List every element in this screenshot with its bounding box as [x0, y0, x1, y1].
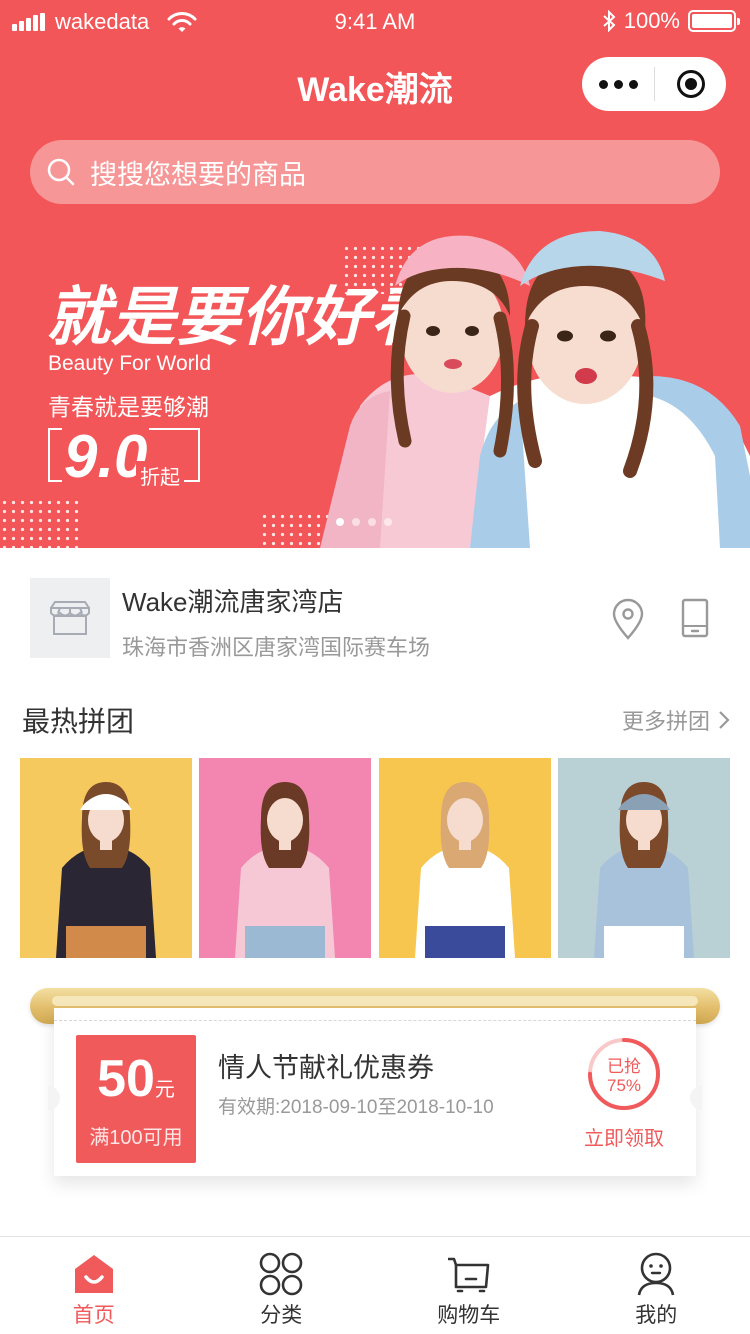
- coupon-scroll: 50元 满100可用 情人节献礼优惠券 有效期:2018-09-10至2018-…: [30, 988, 720, 1188]
- cart-icon: [447, 1257, 490, 1293]
- tab-bar: 首页 分类 购物车 我的: [0, 1236, 750, 1334]
- coupon-condition: 满100可用: [89, 1127, 183, 1149]
- carousel-dot[interactable]: [368, 518, 376, 526]
- carousel-dot[interactable]: [352, 518, 360, 526]
- store-card[interactable]: Wake潮流唐家湾店 珠海市香洲区唐家湾国际赛车场: [0, 548, 750, 678]
- coupon-validity: 有效期:2018-09-10至2018-10-10: [218, 1097, 494, 1118]
- product-list: [20, 758, 730, 958]
- claimed-label: 已抢: [607, 1057, 641, 1076]
- product-card[interactable]: [199, 758, 372, 958]
- hero-banner: wakedata 9:41 AM 100% Wake潮流 搜搜您想要的商品 就是…: [0, 0, 750, 548]
- coupon-card[interactable]: 50元 满100可用 情人节献礼优惠券 有效期:2018-09-10至2018-…: [48, 1008, 702, 1176]
- category-icon: [259, 1252, 303, 1296]
- product-card[interactable]: [557, 758, 730, 958]
- search-input[interactable]: 搜搜您想要的商品: [30, 140, 720, 204]
- close-miniprogram-button[interactable]: [655, 57, 726, 111]
- product-card[interactable]: [378, 758, 551, 958]
- location-icon[interactable]: [610, 598, 646, 640]
- home-icon: [74, 1255, 113, 1293]
- product-image: [378, 758, 551, 958]
- more-group-label: 更多拼团: [621, 709, 710, 734]
- claimed-progress-ring: 已抢 75%: [586, 1036, 662, 1112]
- coupon-title: 情人节献礼优惠券: [218, 1053, 434, 1083]
- coupon-notch: [690, 1086, 702, 1110]
- claim-coupon-button[interactable]: 立即领取: [576, 1122, 672, 1151]
- more-menu-button[interactable]: [582, 57, 654, 111]
- carousel-dot[interactable]: [384, 518, 392, 526]
- section-title: 最热拼团: [22, 706, 135, 737]
- store-thumbnail: [30, 578, 110, 658]
- hot-group-header: 最热拼团 更多拼团: [0, 690, 750, 746]
- banner-subtitle-en: Beauty For World: [48, 352, 212, 375]
- product-image: [199, 758, 372, 958]
- carousel-dot[interactable]: [336, 518, 344, 526]
- decor-dots-left: [0, 498, 82, 548]
- banner-subtitle-cn: 青春就是要够潮: [48, 394, 209, 420]
- miniprogram-capsule: [582, 57, 726, 111]
- status-right: 100%: [602, 8, 740, 34]
- coupon-notch: [48, 1086, 60, 1110]
- status-bar: wakedata 9:41 AM 100%: [0, 0, 750, 44]
- store-name: Wake潮流唐家湾店: [122, 587, 344, 617]
- discount-suffix: 折起: [136, 461, 184, 490]
- coupon-value: 50元: [97, 1050, 175, 1108]
- target-icon: [676, 70, 705, 98]
- chevron-right-icon: [719, 711, 730, 729]
- claimed-percent: 75%: [606, 1076, 642, 1095]
- tab-label: 首页: [72, 1304, 115, 1327]
- storefront-icon: [50, 601, 90, 635]
- product-image: [20, 758, 192, 958]
- product-image: [557, 758, 730, 958]
- tab-label: 购物车: [437, 1304, 501, 1327]
- profile-icon: [637, 1252, 675, 1296]
- coupon-dashed-line: [54, 1020, 696, 1021]
- discount-badge: 9.0 折起: [48, 422, 200, 491]
- tab-label: 我的: [635, 1304, 678, 1327]
- store-address: 珠海市香洲区唐家湾国际赛车场: [122, 635, 431, 660]
- phone-icon[interactable]: [680, 598, 710, 638]
- product-card[interactable]: [20, 758, 192, 958]
- tab-category[interactable]: 分类: [188, 1237, 376, 1334]
- coupon-amount-block: 50元 满100可用: [76, 1035, 196, 1163]
- carousel-indicator[interactable]: [336, 518, 400, 526]
- search-icon: [47, 158, 75, 186]
- tab-label: 分类: [260, 1304, 303, 1327]
- tab-cart[interactable]: 购物车: [375, 1237, 563, 1334]
- banner-models-image[interactable]: [320, 226, 750, 548]
- more-group-link[interactable]: 更多拼团: [622, 704, 730, 736]
- tab-profile[interactable]: 我的: [563, 1237, 750, 1334]
- bluetooth-icon: [603, 10, 616, 32]
- search-placeholder: 搜搜您想要的商品: [90, 159, 306, 190]
- tab-home[interactable]: 首页: [0, 1237, 188, 1334]
- battery-percent: 100%: [623, 8, 680, 33]
- battery-icon: [688, 10, 740, 32]
